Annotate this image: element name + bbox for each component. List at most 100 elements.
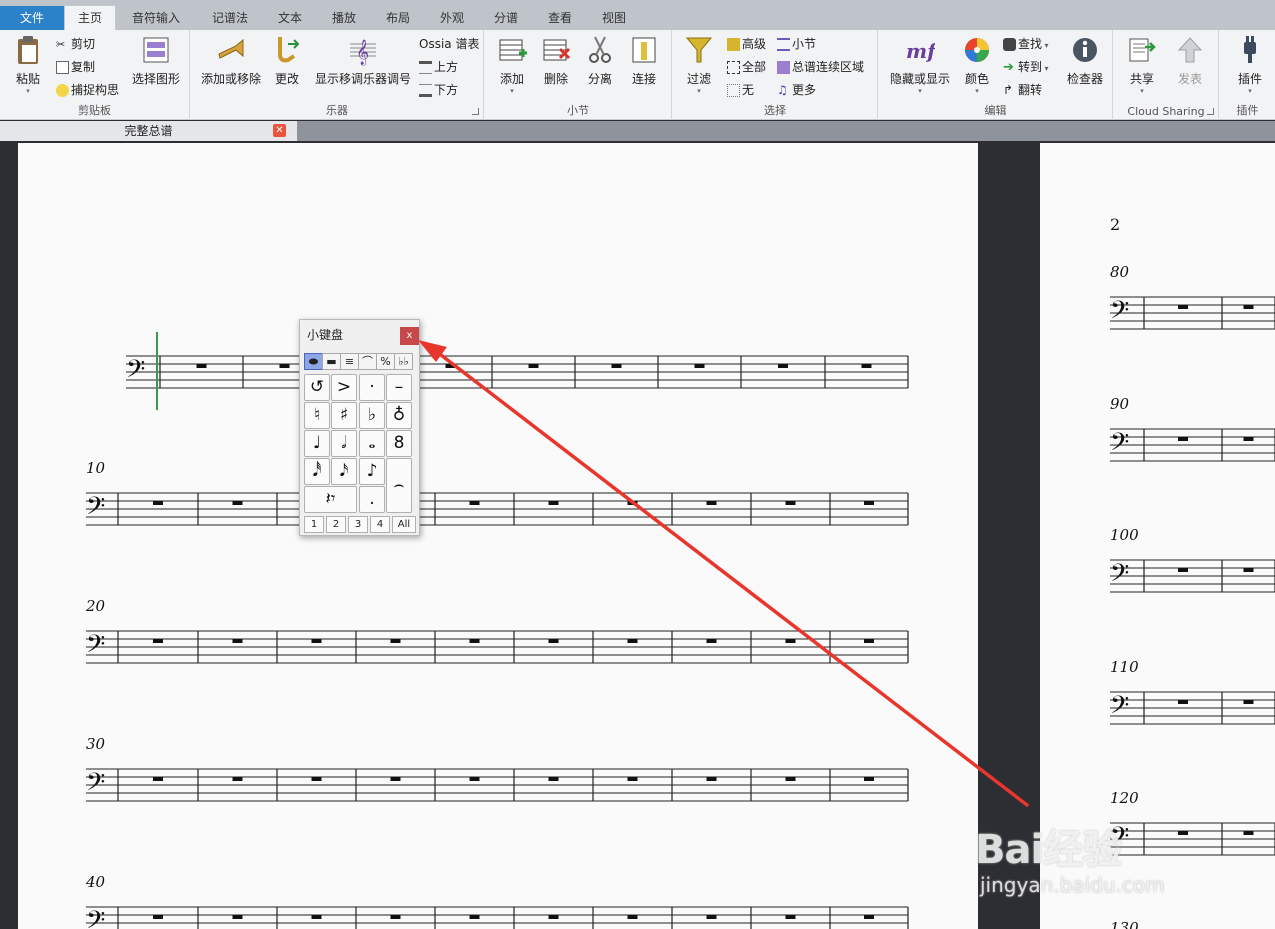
select-none-button[interactable]: 无 bbox=[727, 80, 754, 100]
select-system-passage-button[interactable]: 总谱连续区域 bbox=[777, 57, 864, 77]
tab-appearance[interactable]: 外观 bbox=[428, 6, 476, 30]
score-page-1: 10 20 30 40 bbox=[18, 143, 978, 929]
ossia-below-button[interactable]: 下方 bbox=[419, 80, 458, 100]
close-icon[interactable]: ✕ bbox=[273, 124, 286, 137]
keypad-key-accent[interactable]: > bbox=[331, 374, 357, 401]
capture-idea-button[interactable]: 捕捉构思 bbox=[56, 80, 119, 100]
add-remove-instruments-button[interactable]: 添加或移除 bbox=[199, 34, 263, 87]
inspector-button[interactable]: 检查器 bbox=[1063, 34, 1107, 87]
keypad-key-tenuto[interactable]: – bbox=[386, 374, 412, 401]
tab-note-input[interactable]: 音符输入 bbox=[120, 6, 192, 30]
keypad-key-8th[interactable]: ♪ bbox=[359, 458, 385, 485]
join-bar-button[interactable]: 连接 bbox=[625, 34, 663, 87]
keypad-key-rest[interactable]: 𝄽𝄾 bbox=[304, 486, 357, 513]
ossia-staff-label: Ossia 谱表 bbox=[419, 37, 480, 51]
tab-view[interactable]: 视图 bbox=[590, 6, 638, 30]
select-more-button[interactable]: ♫ 更多 bbox=[777, 80, 816, 100]
sharp-icon: ♯ bbox=[339, 405, 349, 425]
keypad-tab-articulations[interactable]: ⌒ bbox=[358, 353, 377, 370]
keypad-tab-accidentals[interactable]: ♭♭ bbox=[394, 353, 413, 370]
group-edit: mf 隐藏或显示 ▾ 颜色 ▾ 查找 ▾ ➔ 转到 ▾ ↱ 翻转 检查器 编辑 bbox=[879, 30, 1113, 120]
keypad-tab-beams-tremolos[interactable]: ≡ bbox=[340, 353, 359, 370]
keypad-layout-all[interactable]: All bbox=[392, 516, 416, 533]
delete-bar-button[interactable]: 删除 bbox=[537, 34, 575, 87]
flip-button[interactable]: ↱ 翻转 bbox=[1003, 80, 1042, 100]
join-icon bbox=[632, 37, 656, 63]
group-label: 乐器 bbox=[326, 104, 348, 117]
keypad-key-half[interactable]: 𝅗𝅥 bbox=[331, 430, 357, 457]
keypad-key-quarter[interactable]: ♩ bbox=[304, 430, 330, 457]
keypad-key-16th[interactable]: 𝅘𝅥𝅯 bbox=[331, 458, 357, 485]
change-instrument-button[interactable]: 更改 bbox=[269, 34, 305, 87]
arrow-right-icon: ➔ bbox=[1003, 60, 1014, 75]
keypad-layout-2[interactable]: 2 bbox=[326, 516, 346, 533]
keypad-key-voice[interactable]: ♁ bbox=[386, 402, 412, 429]
copy-button[interactable]: 复制 bbox=[56, 57, 95, 77]
keypad-panel[interactable]: 小键盘 x ⬬ ▬ ≡ ⌒ % ♭♭ ↺ > · – ♮ ♯ ♭ ♁ ♩ 𝅗𝅥 … bbox=[299, 319, 420, 536]
select-graphic-button[interactable]: 选择图形 bbox=[128, 34, 184, 87]
find-button[interactable]: 查找 ▾ bbox=[1003, 34, 1049, 54]
tab-parts[interactable]: 分谱 bbox=[482, 6, 530, 30]
filter-button[interactable]: 过滤 ▾ bbox=[679, 34, 719, 95]
keypad-layout-3[interactable]: 3 bbox=[348, 516, 368, 533]
tab-notations[interactable]: 记谱法 bbox=[200, 6, 260, 30]
plugins-button[interactable]: 插件 ▾ bbox=[1230, 34, 1270, 95]
keypad-tab-common-notes[interactable]: ⬬ bbox=[304, 353, 323, 370]
dialog-launcher-icon[interactable] bbox=[472, 108, 479, 115]
sixteenth-note-icon: 𝅘𝅥𝅯 bbox=[339, 461, 349, 481]
tab-layout[interactable]: 布局 bbox=[374, 6, 422, 30]
keypad-key-natural[interactable]: ♮ bbox=[304, 402, 330, 429]
keypad-key-reinput[interactable]: ↺ bbox=[304, 374, 330, 401]
select-all-button[interactable]: 全部 bbox=[727, 57, 766, 77]
split-bar-button[interactable]: 分离 bbox=[581, 34, 619, 87]
tab-review[interactable]: 查看 bbox=[536, 6, 584, 30]
share-icon bbox=[1129, 38, 1156, 62]
group-label: 剪贴板 bbox=[78, 104, 111, 117]
funnel-small-icon bbox=[727, 38, 740, 51]
dialog-launcher-icon[interactable] bbox=[1207, 108, 1214, 115]
keypad-key-whole[interactable]: 𝅝 bbox=[359, 430, 385, 457]
svg-text:𝄞: 𝄞 bbox=[356, 39, 369, 65]
rest-icon: 𝄽𝄾 bbox=[325, 489, 336, 509]
tab-file[interactable]: 文件 bbox=[0, 6, 64, 30]
keypad-layout-1[interactable]: 1 bbox=[304, 516, 324, 533]
keypad-close-button[interactable]: x bbox=[400, 327, 419, 345]
keypad-key-more[interactable]: 8 bbox=[386, 430, 412, 457]
svg-text:mf: mf bbox=[906, 39, 935, 63]
plug-icon bbox=[1244, 36, 1256, 63]
goto-button[interactable]: ➔ 转到 ▾ bbox=[1003, 57, 1049, 77]
group-select: 过滤 ▾ 高级 全部 无 小节 总谱连续区域 ♫ 更多 选择 bbox=[673, 30, 878, 120]
group-instruments: 添加或移除 更改 𝄞 显示移调乐器调号 Ossia 谱表 上方 下方 乐器 bbox=[191, 30, 484, 120]
select-bar-button[interactable]: 小节 bbox=[777, 34, 816, 54]
share-button[interactable]: 共享 ▾ bbox=[1122, 34, 1162, 95]
add-bar-button[interactable]: 添加 ▾ bbox=[493, 34, 531, 95]
measure-number: 100 bbox=[1110, 526, 1139, 544]
publish-button[interactable]: 发表 bbox=[1170, 34, 1210, 87]
document-tab-full-score[interactable]: 完整总谱 ✕ bbox=[0, 121, 297, 141]
saxophone-icon bbox=[278, 37, 300, 63]
hide-show-button[interactable]: mf 隐藏或显示 ▾ bbox=[887, 34, 953, 95]
keypad-key-tie[interactable]: ⌢ bbox=[386, 458, 412, 513]
keypad-key-staccato[interactable]: · bbox=[359, 374, 385, 401]
keypad-key-sharp[interactable]: ♯ bbox=[331, 402, 357, 429]
staccato-icon: · bbox=[369, 377, 375, 397]
tab-play[interactable]: 播放 bbox=[320, 6, 368, 30]
ossia-above-button[interactable]: 上方 bbox=[419, 57, 458, 77]
keypad-title: 小键盘 bbox=[307, 328, 344, 342]
keypad-tab-jazz[interactable]: % bbox=[376, 353, 395, 370]
delete-bar-icon bbox=[543, 39, 571, 61]
keypad-layout-4[interactable]: 4 bbox=[370, 516, 390, 533]
keypad-key-dot[interactable]: . bbox=[359, 486, 385, 513]
keypad-key-flat[interactable]: ♭ bbox=[359, 402, 385, 429]
color-button[interactable]: 颜色 ▾ bbox=[959, 34, 995, 95]
trumpet-icon bbox=[218, 38, 244, 59]
tab-home[interactable]: 主页 bbox=[64, 5, 116, 31]
select-advanced-button[interactable]: 高级 bbox=[727, 34, 766, 54]
octave-icon: 8 bbox=[393, 433, 405, 453]
cut-button[interactable]: ✂ 剪切 bbox=[56, 34, 95, 54]
keypad-key-32nd[interactable]: 𝅘𝅥𝅰 bbox=[304, 458, 330, 485]
show-transposing-key-button[interactable]: 𝄞 显示移调乐器调号 bbox=[311, 34, 415, 87]
paste-button[interactable]: 粘贴 ▾ bbox=[8, 34, 48, 95]
tab-text[interactable]: 文本 bbox=[266, 6, 314, 30]
keypad-tab-more-notes[interactable]: ▬ bbox=[322, 353, 341, 370]
